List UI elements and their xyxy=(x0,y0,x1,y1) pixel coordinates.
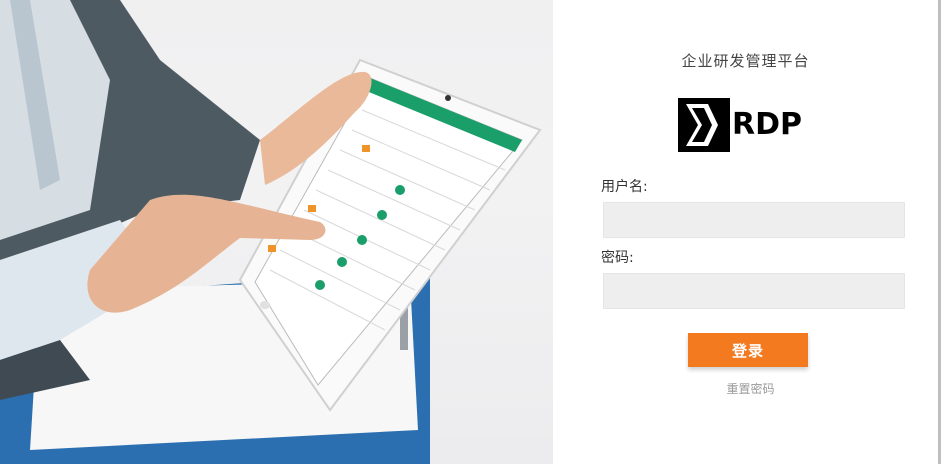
logo-text: RDP xyxy=(732,107,802,142)
rdp-logo: RDP xyxy=(678,98,802,152)
password-input[interactable] xyxy=(603,273,905,309)
tablet-touch-illustration xyxy=(0,0,542,464)
username-input[interactable] xyxy=(603,202,905,238)
login-panel: 企业研发管理平台 RDP 用户名: 密码: 登录 重置密码 xyxy=(553,0,938,464)
hero-illustration xyxy=(0,0,553,464)
username-label: 用户名: xyxy=(601,179,648,195)
password-label: 密码: xyxy=(601,250,634,266)
login-button[interactable]: 登录 xyxy=(688,333,808,367)
platform-title: 企业研发管理平台 xyxy=(681,52,810,70)
reset-password-link[interactable]: 重置密码 xyxy=(553,380,941,397)
